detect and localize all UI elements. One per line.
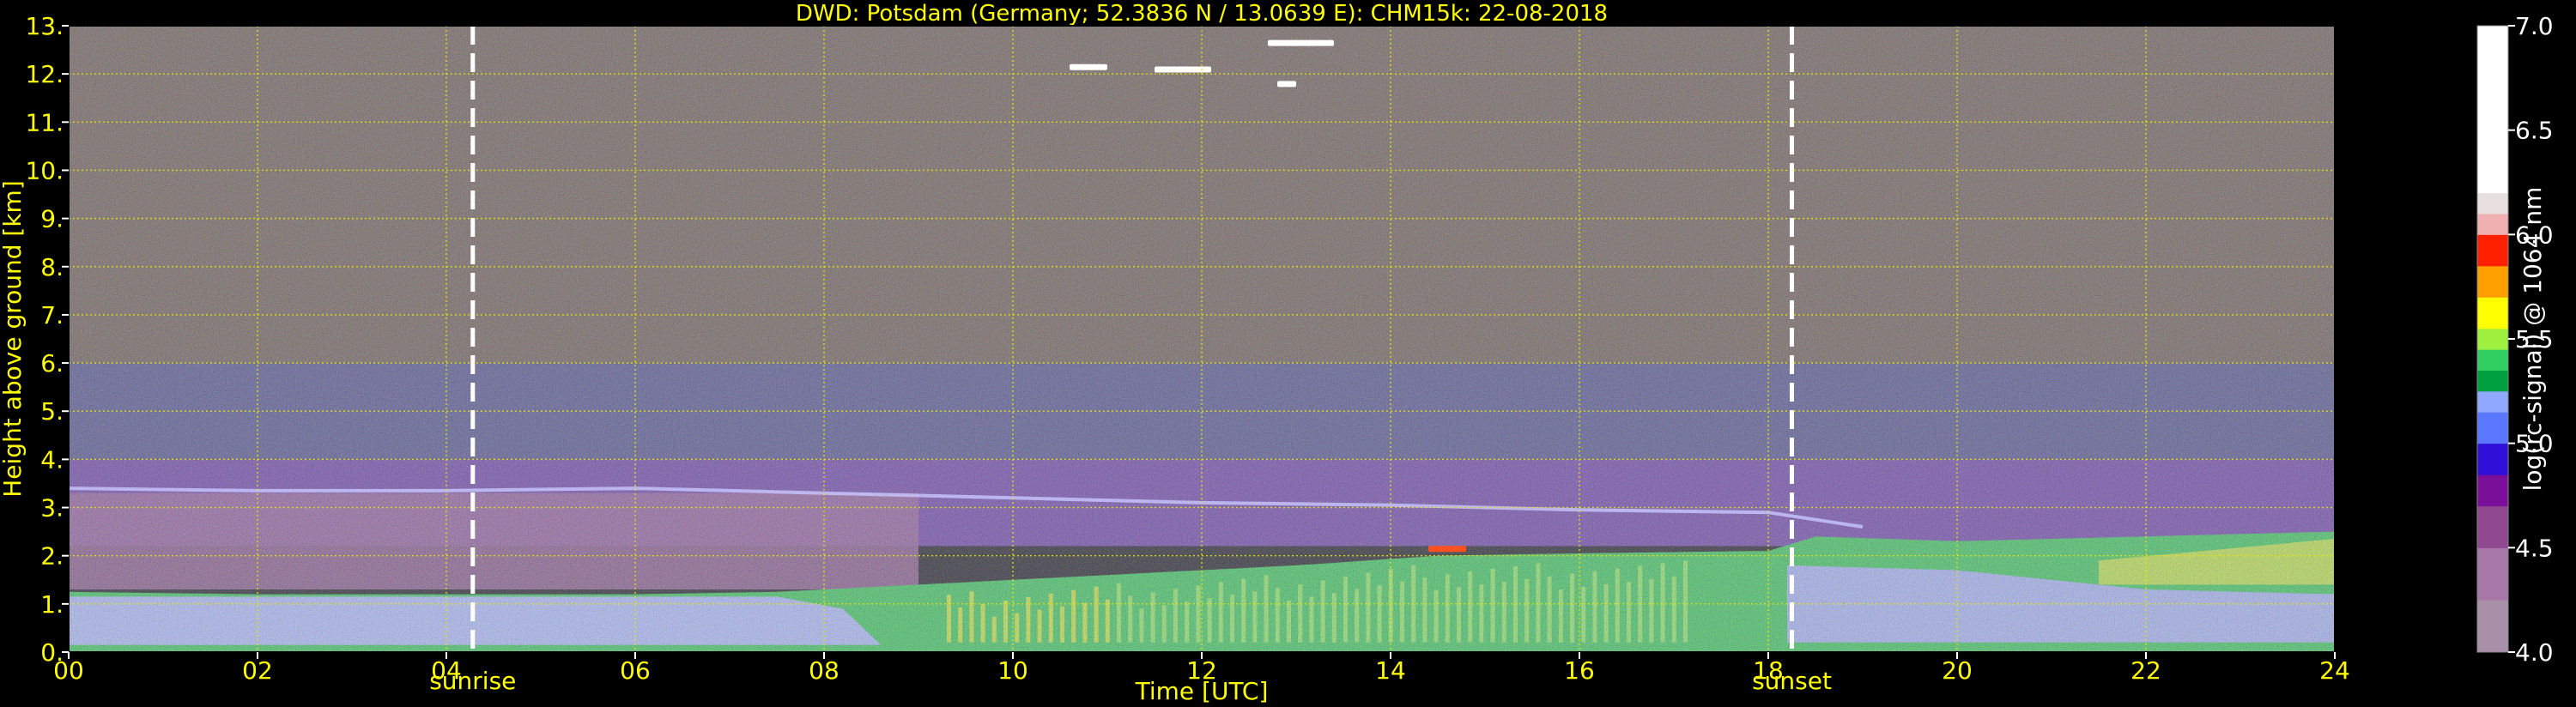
colorbar-segment [2477,328,2508,350]
y-tick-label: 2. [40,542,64,571]
y-tick-label: 12. [25,60,64,88]
x-tick-label: 04 [431,656,462,685]
colorbar-tick-label: 7.0 [2515,12,2554,40]
colorbar-segment [2477,349,2508,371]
y-axis: 0. 1. 2. 3. 4. 5. 6. 7. 8. 9. 10. 11. 12. 13. [25,12,69,667]
colorbar-segment [2477,214,2508,235]
y-tick-label: 4. [40,445,64,474]
x-tick-label: 22 [2131,656,2161,685]
y-tick-label: 1. [40,590,64,619]
colorbar-tick-label: 4.5 [2515,534,2554,562]
x-tick-label: 06 [620,656,651,685]
x-tick-label: 10 [997,656,1028,685]
y-tick-label: 10. [25,156,64,184]
colorbar-segment [2477,474,2508,507]
y-tick-label: 9. [40,205,64,233]
colorbar-segment [2477,547,2508,601]
colorbar-segment [2477,265,2508,298]
x-tick-label: 18 [1753,656,1784,685]
x-tick-label: 08 [809,656,839,685]
y-tick-label: 7. [40,301,64,329]
cloud-patch [1070,63,1107,70]
colorbar-tick-label: 4.0 [2515,638,2554,667]
cloud-patch [1277,81,1296,88]
x-tick-label: 14 [1375,656,1406,685]
colorbar-segment [2477,234,2508,267]
y-axis-label: Height above ground [km] [0,180,27,498]
colorbar-segment [2477,390,2508,413]
x-tick-label: 02 [242,656,273,685]
plot-area [68,25,2336,653]
cloud-patch [1155,66,1211,73]
colorbar-segment [2477,443,2508,475]
cloud-patch [1268,39,1334,46]
colorbar-segment [2477,297,2508,329]
y-tick-label: 0. [40,638,64,667]
colorbar-segment [2477,505,2508,548]
colorbar-tick-label: 6.5 [2515,117,2554,145]
colorbar-segment [2477,412,2508,444]
ceilometer-figure: DWD: Potsdam (Germany; 52.3836 N / 13.06… [0,1,2554,705]
chart-title: DWD: Potsdam (Germany; 52.3836 N / 13.06… [796,1,1608,27]
colorbar-label: log(rc-signal) @ 1064 nm [2518,187,2547,492]
y-tick-label: 3. [40,494,64,523]
colorbar-segment [2477,370,2508,392]
x-axis-label: Time [UTC] [1135,677,1269,705]
colorbar-segment [2477,26,2508,194]
x-tick-label: 16 [1564,656,1595,685]
y-tick-label: 6. [40,349,64,378]
cloud-patch [1428,546,1466,553]
y-tick-label: 8. [40,253,64,281]
y-tick-label: 13. [25,12,64,40]
y-tick-label: 11. [25,108,64,136]
colorbar-segment [2477,600,2508,653]
x-tick-label: 20 [1942,656,1973,685]
x-tick-label: 24 [2319,656,2350,685]
y-tick-label: 5. [40,397,64,426]
colorbar-segment [2477,192,2508,215]
